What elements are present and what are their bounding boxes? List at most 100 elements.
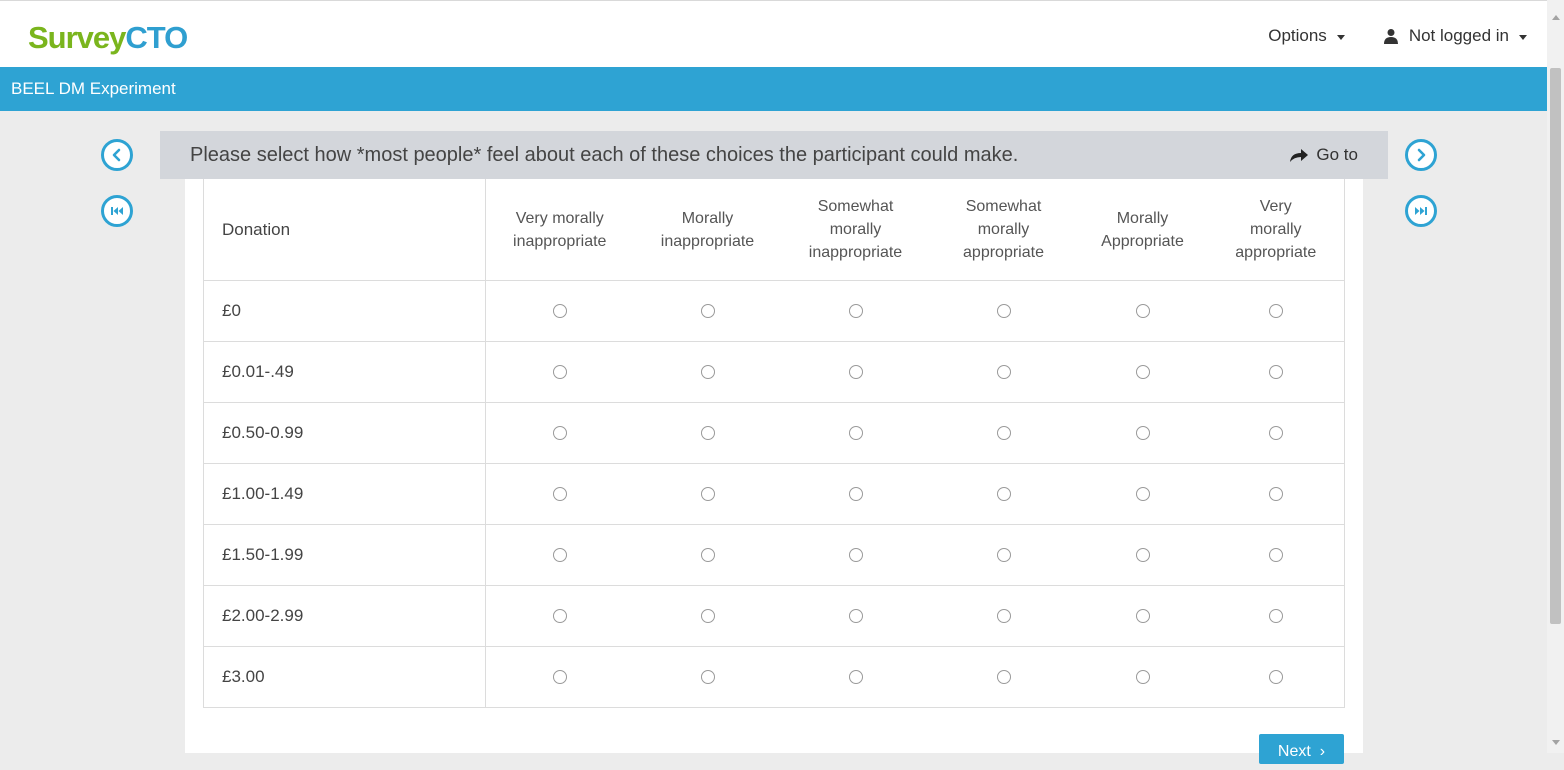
user-menu[interactable]: Not logged in <box>1383 26 1527 46</box>
radio-button[interactable] <box>848 547 863 562</box>
radio-button[interactable] <box>700 303 715 318</box>
column-header-line: morally <box>829 221 882 238</box>
column-header: Somewhat morally appropriate <box>929 179 1078 281</box>
column-header: Very morally inappropriate <box>485 179 634 281</box>
radio-button[interactable] <box>1268 486 1283 501</box>
radio-button[interactable] <box>552 303 567 318</box>
table-row: £0.01-.49 <box>203 341 1345 403</box>
radio-button[interactable] <box>552 547 567 562</box>
column-header-line: inappropriate <box>660 232 755 250</box>
row-label: £0.01-.49 <box>203 341 486 403</box>
radio-button[interactable] <box>1268 608 1283 623</box>
radio-button[interactable] <box>996 303 1011 318</box>
radio-button[interactable] <box>700 364 715 379</box>
radio-cell <box>1077 646 1208 708</box>
column-header-line: morally <box>1249 221 1302 238</box>
column-header: Very morally appropriate <box>1207 179 1345 281</box>
radio-button[interactable] <box>552 425 567 440</box>
next-label: Next <box>1277 743 1311 760</box>
previous-button[interactable] <box>101 139 133 171</box>
radio-button[interactable] <box>996 425 1011 440</box>
column-header-line: Somewhat <box>965 198 1042 215</box>
radio-button[interactable] <box>996 669 1011 684</box>
radio-button[interactable] <box>996 364 1011 379</box>
radio-button[interactable] <box>996 547 1011 562</box>
radio-button[interactable] <box>848 669 863 684</box>
scroll-up-arrow-icon[interactable] <box>1552 15 1560 20</box>
radio-button[interactable] <box>1135 486 1150 501</box>
radio-button[interactable] <box>552 608 567 623</box>
radio-cell <box>781 585 930 647</box>
options-menu[interactable]: Options <box>1268 26 1345 46</box>
radio-cell <box>781 341 930 403</box>
radio-button[interactable] <box>1135 364 1150 379</box>
radio-cell <box>781 402 930 464</box>
radio-cell <box>929 341 1078 403</box>
first-button[interactable] <box>101 195 133 227</box>
row-label: £2.00-2.99 <box>203 585 486 647</box>
radio-button[interactable] <box>1268 669 1283 684</box>
radio-button[interactable] <box>552 669 567 684</box>
radio-button[interactable] <box>996 486 1011 501</box>
radio-cell <box>929 463 1078 525</box>
radio-button[interactable] <box>700 486 715 501</box>
column-header: Somewhat morally inappropriate <box>781 179 930 281</box>
radio-cell <box>1207 463 1345 525</box>
radio-cell <box>485 280 634 342</box>
radio-cell <box>781 463 930 525</box>
radio-button[interactable] <box>1135 303 1150 318</box>
radio-button[interactable] <box>552 364 567 379</box>
last-button[interactable] <box>1405 195 1437 227</box>
radio-cell <box>1207 280 1345 342</box>
radio-cell <box>929 646 1078 708</box>
row-header: Donation <box>203 179 486 281</box>
next-arrow-button[interactable] <box>1405 139 1437 171</box>
user-icon <box>1383 28 1399 44</box>
radio-button[interactable] <box>848 486 863 501</box>
radio-button[interactable] <box>848 303 863 318</box>
surveycto-logo[interactable]: SurveyCTO <box>28 21 188 55</box>
radio-cell <box>1077 341 1208 403</box>
radio-button[interactable] <box>848 425 863 440</box>
radio-button[interactable] <box>1268 364 1283 379</box>
radio-cell <box>633 585 782 647</box>
radio-button[interactable] <box>1135 547 1150 562</box>
radio-button[interactable] <box>1268 425 1283 440</box>
radio-button[interactable] <box>700 425 715 440</box>
radio-cell <box>1077 463 1208 525</box>
radio-button[interactable] <box>1135 669 1150 684</box>
radio-button[interactable] <box>700 608 715 623</box>
radio-button[interactable] <box>552 486 567 501</box>
column-header-line: Morally <box>1116 209 1169 227</box>
radio-button[interactable] <box>848 608 863 623</box>
radio-button[interactable] <box>700 669 715 684</box>
row-label: £0.50-0.99 <box>203 402 486 464</box>
page-scrollbar[interactable] <box>1547 0 1564 753</box>
radio-button[interactable] <box>700 547 715 562</box>
radio-cell <box>781 524 930 586</box>
radio-button[interactable] <box>1268 303 1283 318</box>
caret-down-icon <box>1519 34 1527 40</box>
radio-button[interactable] <box>1268 547 1283 562</box>
radio-cell <box>633 341 782 403</box>
radio-cell <box>633 280 782 342</box>
scroll-thumb[interactable] <box>1550 68 1561 624</box>
next-button[interactable]: Next › <box>1259 734 1344 764</box>
column-header-line: Somewhat <box>817 198 894 215</box>
goto-button[interactable]: Go to <box>1289 145 1358 165</box>
table-row: £1.50-1.99 <box>203 524 1345 586</box>
column-header-line: Very morally <box>515 209 604 227</box>
radio-button[interactable] <box>848 364 863 379</box>
radio-button[interactable] <box>1135 425 1150 440</box>
question-text: Please select how *most people* feel abo… <box>190 144 1019 166</box>
radio-button[interactable] <box>1135 608 1150 623</box>
radio-cell <box>1207 402 1345 464</box>
radio-cell <box>485 646 634 708</box>
skip-first-icon <box>111 207 123 215</box>
scroll-down-arrow-icon[interactable] <box>1552 740 1560 745</box>
table-row: £1.00-1.49 <box>203 463 1345 525</box>
column-header: Morally inappropriate <box>633 179 782 281</box>
radio-cell <box>781 280 930 342</box>
table-row: £0 <box>203 280 1345 342</box>
radio-button[interactable] <box>996 608 1011 623</box>
